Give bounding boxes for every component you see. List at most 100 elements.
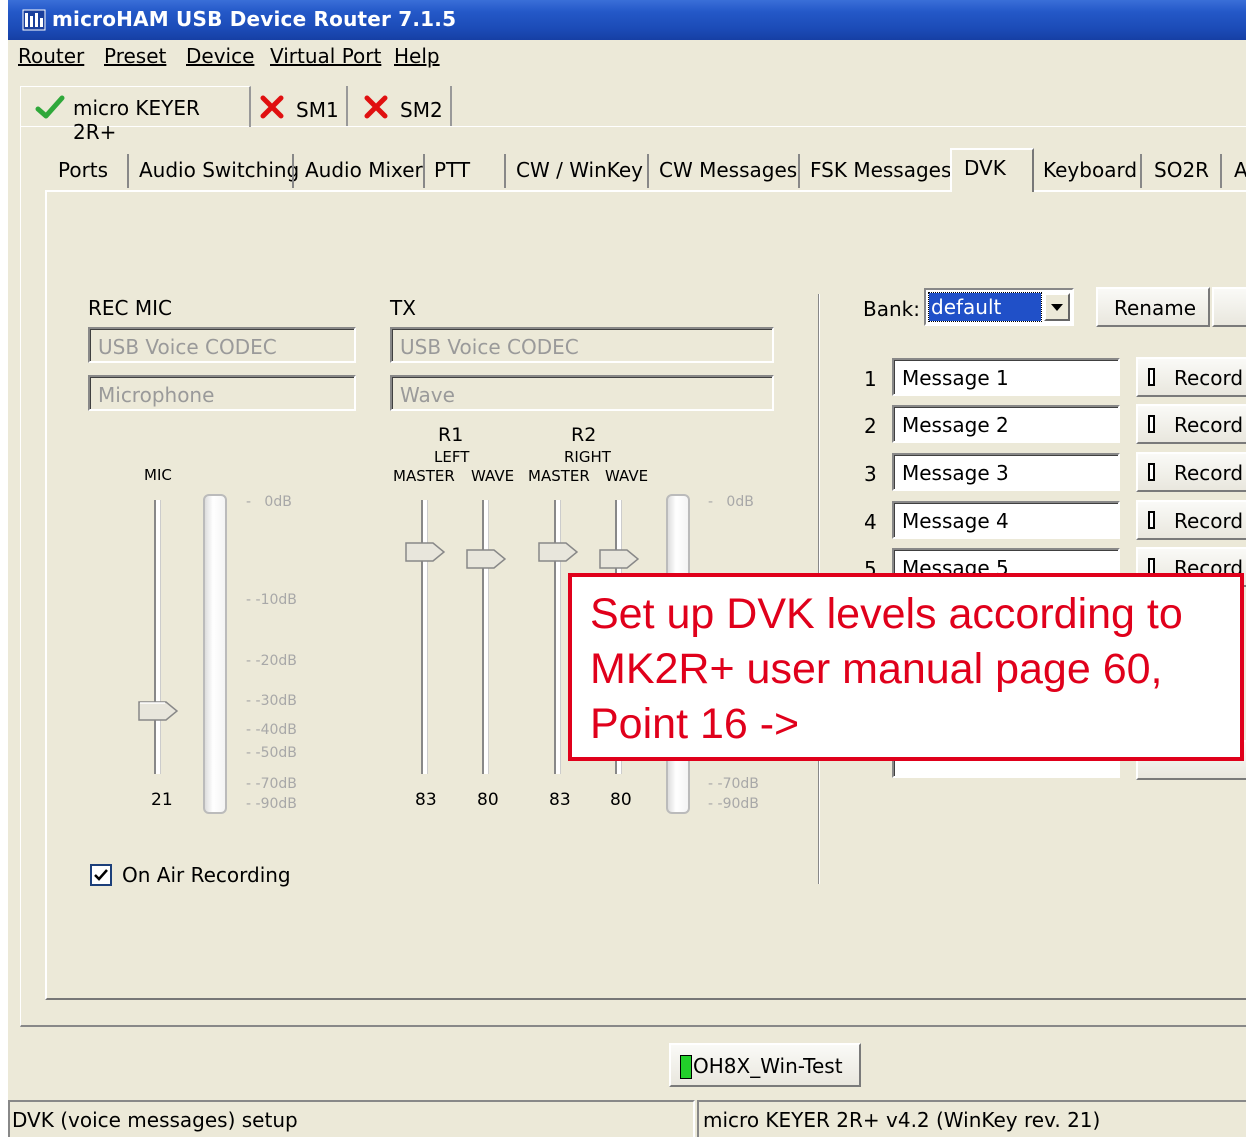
- menu-preset[interactable]: Preset: [104, 44, 166, 68]
- db-tick: - -40dB: [246, 722, 297, 738]
- message-name-input[interactable]: Message 2: [892, 405, 1120, 443]
- db-tick: - -70dB: [246, 776, 297, 792]
- r2-wave-slider-thumb[interactable]: [599, 548, 639, 570]
- mic-slider-value: 21: [151, 790, 173, 810]
- check-mark-icon: [94, 869, 108, 881]
- tab-so2r[interactable]: SO2R: [1144, 152, 1218, 190]
- tab-ports[interactable]: Ports: [46, 152, 126, 190]
- mic-slider-track[interactable]: [154, 500, 161, 774]
- mic-slider-label: MIC: [144, 466, 172, 484]
- db-tick: - -30dB: [246, 693, 297, 709]
- tab-label: SM2: [400, 98, 443, 122]
- tab-cw-winkey[interactable]: CW / WinKey: [507, 152, 645, 190]
- message-name-input[interactable]: Message 3: [892, 453, 1120, 491]
- message-name-input[interactable]: Message 4: [892, 501, 1120, 539]
- check-icon: [35, 95, 65, 119]
- record-button[interactable]: Record: [1136, 357, 1246, 397]
- title-bar[interactable]: microHAM USB Device Router 7.1.5: [8, 0, 1246, 40]
- tab-micro-keyer[interactable]: micro KEYER 2R+: [20, 86, 251, 144]
- r1-master-value: 83: [415, 790, 437, 810]
- tab-sm2[interactable]: SM2: [354, 86, 452, 126]
- tab-fsk-messages[interactable]: FSK Messages: [801, 152, 951, 190]
- annotation-callout: Set up DVK levels according to MK2R+ use…: [568, 573, 1244, 761]
- mic-level-meter: [203, 494, 227, 814]
- bank-select-value: default: [931, 295, 1002, 319]
- error-x-icon: [364, 95, 388, 119]
- db-tick: - 0dB: [708, 494, 754, 510]
- r2-master-slider-thumb[interactable]: [538, 541, 578, 563]
- chevron-down-icon[interactable]: [1044, 293, 1070, 321]
- message-number: 1: [864, 367, 877, 391]
- r1-master-slider-thumb[interactable]: [405, 541, 445, 563]
- r1-wave-slider-track[interactable]: [482, 500, 489, 774]
- preset-button[interactable]: OH8X_Win-Test: [669, 1043, 861, 1087]
- r1-side-label: LEFT: [434, 448, 470, 466]
- tab-separator: [1140, 154, 1142, 188]
- db-tick: - -70dB: [708, 776, 759, 792]
- tab-separator: [798, 154, 800, 188]
- db-tick: - -20dB: [246, 653, 297, 669]
- message-number: 2: [864, 414, 877, 438]
- window-title: microHAM USB Device Router 7.1.5: [52, 7, 457, 31]
- tab-label: micro KEYER 2R+: [73, 96, 200, 144]
- tab-separator: [504, 154, 506, 188]
- tab-separator: [1220, 154, 1222, 188]
- status-bar-left: DVK (voice messages) setup: [8, 1100, 695, 1137]
- r1-wave-slider-thumb[interactable]: [466, 548, 506, 570]
- db-tick: - -90dB: [246, 796, 297, 812]
- bank-extra-button[interactable]: [1212, 287, 1246, 327]
- mic-slider-thumb[interactable]: [138, 700, 178, 722]
- tab-more[interactable]: A: [1224, 152, 1246, 190]
- rec-mic-device-select[interactable]: USB Voice CODEC: [88, 327, 356, 363]
- record-indicator-icon: [1148, 511, 1155, 529]
- on-air-recording-label: On Air Recording: [122, 863, 291, 887]
- r1-wave-label: WAVE: [471, 467, 515, 485]
- message-number: 4: [864, 510, 877, 534]
- record-indicator-icon: [1148, 415, 1155, 433]
- tab-audio-mixer[interactable]: Audio Mixer: [296, 152, 423, 190]
- r1-master-label: MASTER: [393, 467, 455, 485]
- tx-source-select[interactable]: Wave: [390, 375, 774, 411]
- message-name-input[interactable]: Message 1: [892, 358, 1120, 396]
- record-button[interactable]: Record: [1136, 404, 1246, 444]
- error-x-icon: [260, 95, 284, 119]
- rename-button[interactable]: Rename: [1096, 287, 1210, 327]
- tab-dvk[interactable]: DVK: [950, 148, 1034, 192]
- on-air-recording-checkbox[interactable]: [90, 864, 112, 886]
- status-bar-right: micro KEYER 2R+ v4.2 (WinKey rev. 21): [697, 1100, 1246, 1137]
- tab-cw-messages[interactable]: CW Messages: [650, 152, 797, 190]
- bank-select[interactable]: default: [924, 288, 1074, 326]
- menu-help[interactable]: Help: [394, 44, 440, 68]
- device-version-text: micro KEYER 2R+ v4.2 (WinKey rev. 21): [703, 1108, 1101, 1132]
- record-indicator-icon: [1148, 463, 1155, 481]
- status-led-icon: [680, 1055, 692, 1079]
- tab-separator: [647, 154, 649, 188]
- db-tick: - 0dB: [246, 494, 292, 510]
- rec-mic-source-select[interactable]: Microphone: [88, 375, 356, 411]
- tx-device-select[interactable]: USB Voice CODEC: [390, 327, 774, 363]
- record-button[interactable]: Record: [1136, 452, 1246, 492]
- r2-label: R2: [571, 424, 597, 446]
- r2-side-label: RIGHT: [564, 448, 611, 466]
- db-tick: - -90dB: [708, 796, 759, 812]
- status-text: DVK (voice messages) setup: [12, 1108, 298, 1132]
- tab-ptt[interactable]: PTT: [426, 152, 502, 190]
- app-icon: [22, 9, 46, 31]
- r2-master-value: 83: [549, 790, 571, 810]
- tab-sm1[interactable]: SM1: [250, 86, 348, 126]
- rec-mic-label: REC MIC: [88, 296, 172, 320]
- tx-label: TX: [390, 296, 416, 320]
- menu-device[interactable]: Device: [186, 44, 254, 68]
- menu-virtual-port[interactable]: Virtual Port: [270, 44, 381, 68]
- message-number: 3: [864, 462, 877, 486]
- db-tick: - -10dB: [246, 592, 297, 608]
- tab-audio-switching[interactable]: Audio Switching: [130, 152, 299, 190]
- tab-label: SM1: [296, 98, 339, 122]
- menu-router[interactable]: Router: [18, 44, 84, 68]
- tab-keyboard[interactable]: Keyboard: [1036, 152, 1138, 190]
- annotation-text: Set up DVK levels according to MK2R+ use…: [590, 590, 1183, 748]
- tab-separator: [423, 154, 425, 188]
- r2-wave-label: WAVE: [605, 467, 649, 485]
- record-button[interactable]: Record: [1136, 500, 1246, 540]
- r2-wave-value: 80: [610, 790, 632, 810]
